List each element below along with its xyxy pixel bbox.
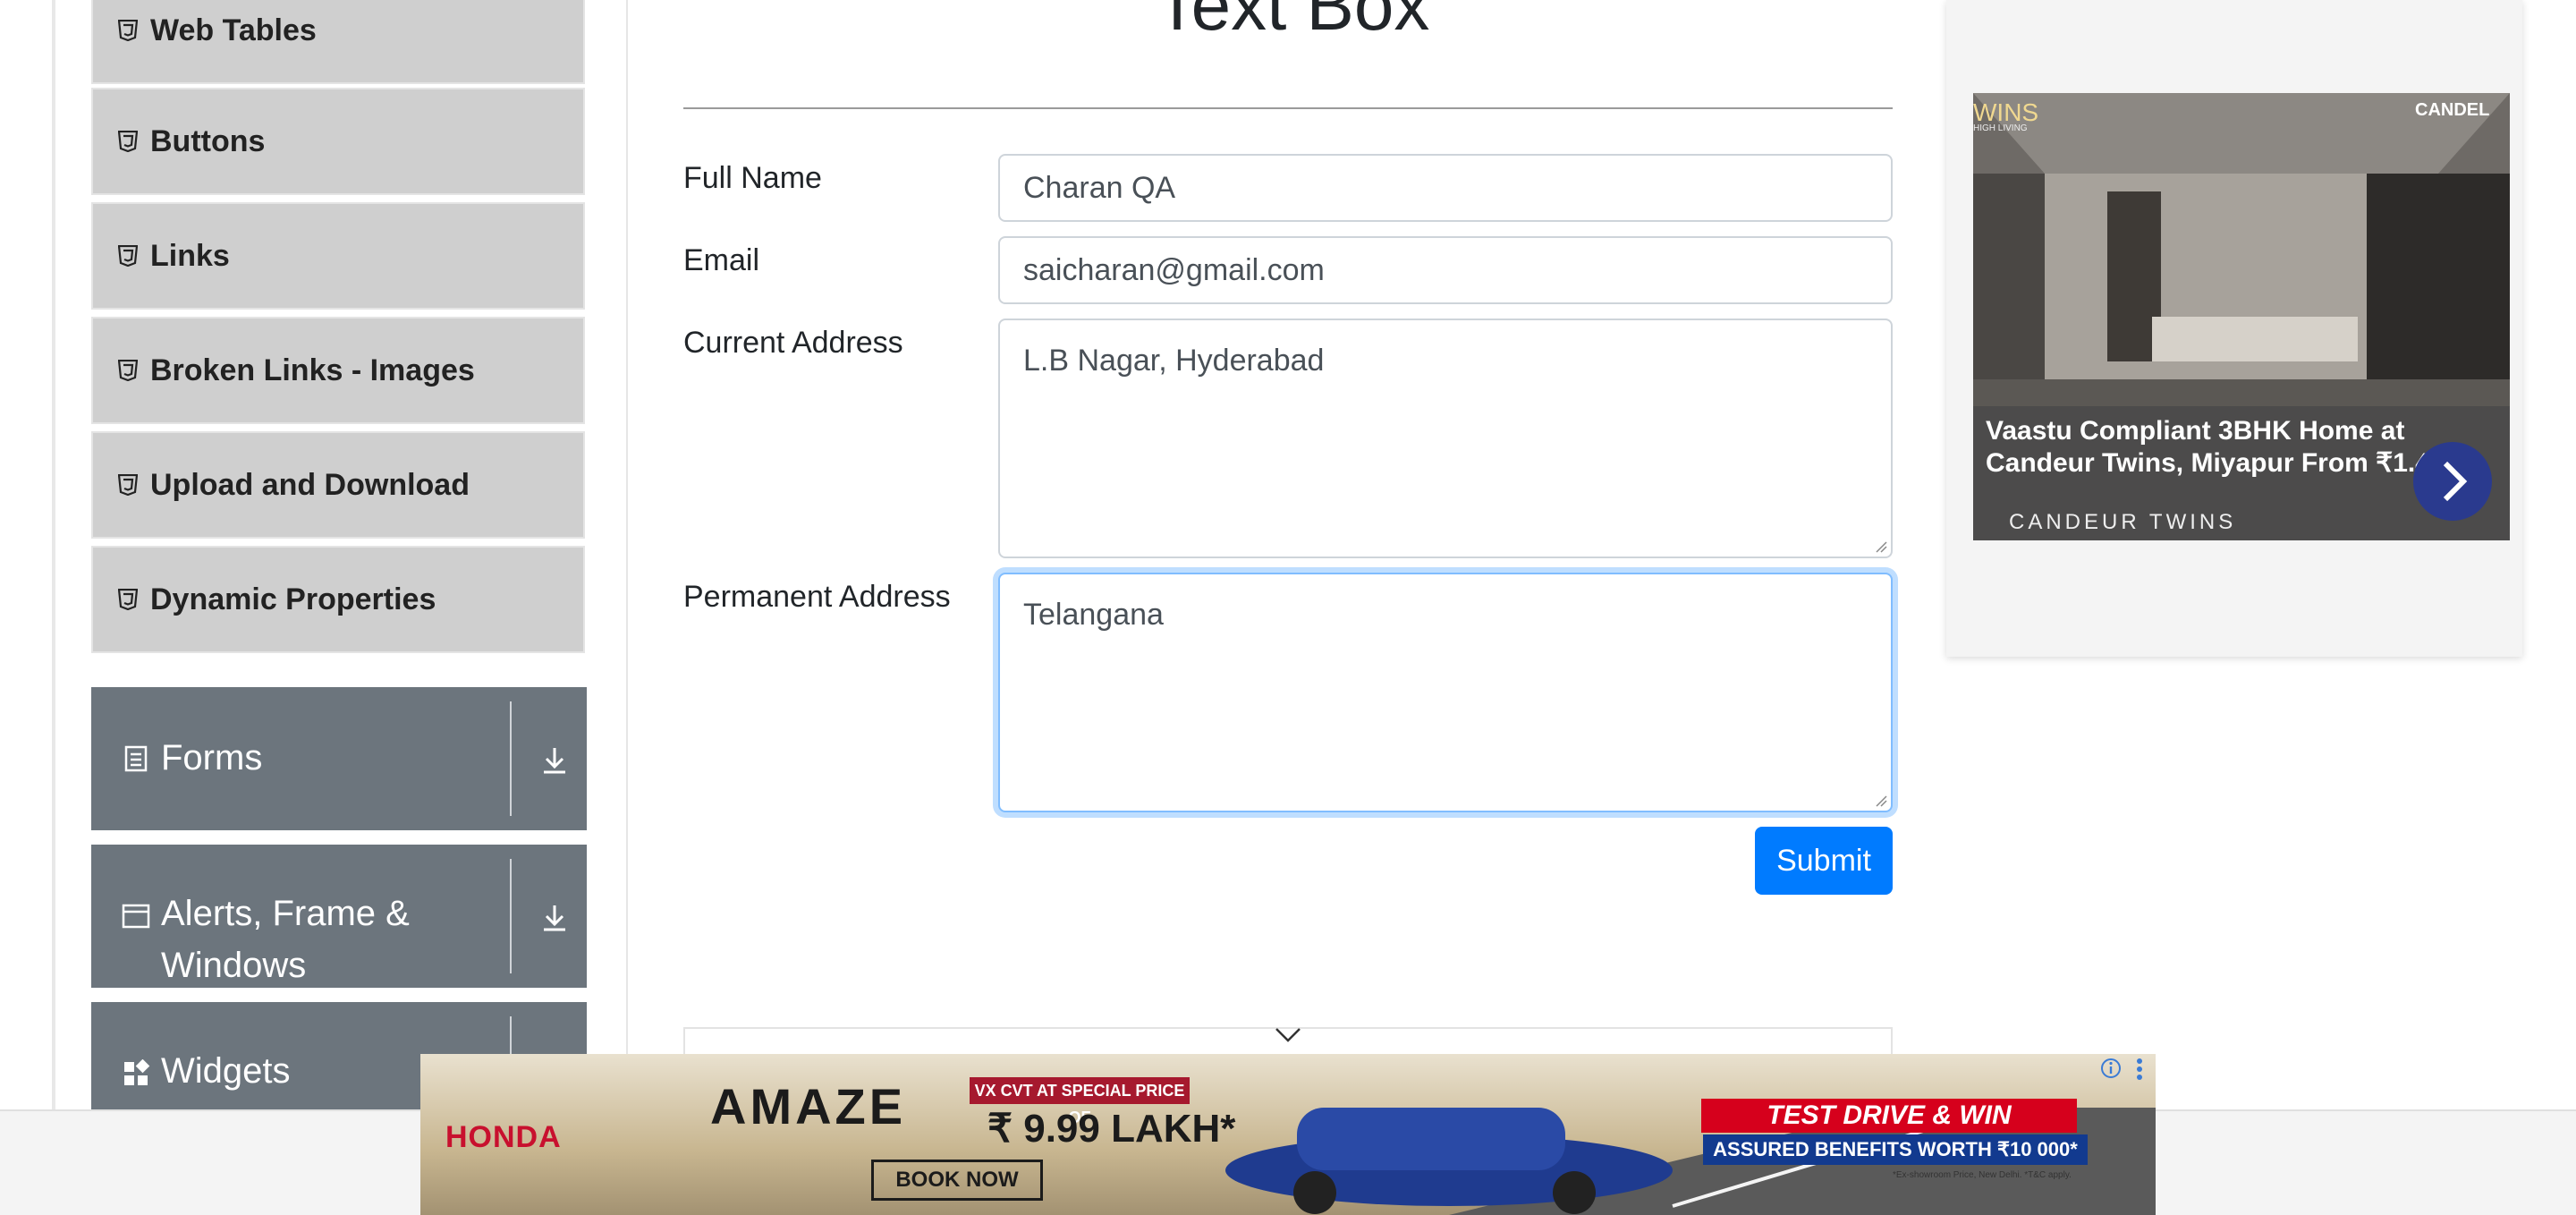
full-name-input[interactable]: Charan QA: [998, 154, 1893, 222]
permanent-address-label: Permanent Address: [683, 580, 951, 614]
resize-handle-icon[interactable]: [1875, 794, 1887, 807]
resize-handle-icon[interactable]: [1875, 540, 1887, 553]
ad-menu-icon[interactable]: [2136, 1058, 2143, 1081]
sidebar-item-label: Buttons: [150, 123, 266, 158]
full-name-label: Full Name: [683, 161, 822, 195]
current-address-textarea[interactable]: L.B Nagar, Hyderabad: [998, 319, 1893, 558]
ad-model: AMAZE: [710, 1078, 907, 1134]
download-icon[interactable]: [537, 900, 572, 936]
sidebar-item-links[interactable]: Links: [91, 202, 585, 310]
bottom-ad-banner[interactable]: HONDA AMAZE VX CVT AT SPECIAL PRICE OF ₹…: [420, 1054, 2156, 1215]
html5-icon: [118, 589, 138, 610]
side-ad-headline: Vaastu Compliant 3BHK Home at Candeur Tw…: [1986, 416, 2461, 478]
book-now-button[interactable]: BOOK NOW: [871, 1160, 1043, 1201]
sidebar-item-broken-links[interactable]: Broken Links - Images: [91, 317, 585, 424]
ad-info-icon[interactable]: [2100, 1058, 2122, 1079]
sidebar-item-label: Dynamic Properties: [150, 582, 436, 616]
submit-button[interactable]: Submit: [1755, 827, 1893, 895]
widgets-icon: [124, 1059, 150, 1085]
permanent-address-textarea[interactable]: Telangana: [998, 573, 1893, 812]
sidebar-item-web-tables[interactable]: Web Tables: [91, 0, 585, 84]
current-address-label: Current Address: [683, 326, 903, 360]
sidebar-group-forms[interactable]: Forms: [91, 687, 587, 830]
group-label: Widgets: [161, 1051, 291, 1091]
sidebar-item-dynamic-properties[interactable]: Dynamic Properties: [91, 546, 585, 653]
group-divider: [510, 859, 512, 973]
group-label: Alerts, Frame & Windows: [161, 894, 410, 985]
ad-test-drive: TEST DRIVE & WIN: [1701, 1099, 2077, 1133]
sidebar-item-label: Broken Links - Images: [150, 353, 475, 387]
page-title: Text Box: [1155, 0, 1430, 45]
honda-logo: HONDA: [445, 1120, 562, 1154]
email-input[interactable]: saicharan@gmail.com: [998, 236, 1893, 304]
html5-icon: [118, 20, 138, 41]
sidebar-separator: [626, 0, 628, 1109]
title-divider: [683, 107, 1893, 109]
sidebar-rail: [52, 0, 55, 1109]
sidebar-item-label: Upload and Download: [150, 467, 470, 502]
permanent-address-value: Telangana: [1023, 598, 1164, 632]
sidebar-item-upload-download[interactable]: Upload and Download: [91, 431, 585, 539]
html5-icon: [118, 360, 138, 381]
ad-price: ₹ 9.99 LAKH*: [987, 1107, 1236, 1151]
email-label: Email: [683, 243, 760, 277]
side-ad-next-button[interactable]: [2413, 442, 2492, 521]
sidebar-group-alerts[interactable]: Alerts, Frame & Windows: [91, 845, 587, 988]
current-address-value: L.B Nagar, Hyderabad: [1023, 344, 1325, 378]
sidebar-item-label: Web Tables: [150, 13, 317, 47]
ad-assured-benefits: ASSURED BENEFITS WORTH ₹10 000*: [1703, 1134, 2088, 1165]
download-icon[interactable]: [537, 743, 572, 778]
html5-icon: [118, 131, 138, 152]
window-icon: [122, 904, 150, 929]
side-ad-logo-left-sub: HIGH LIVING: [1973, 123, 2028, 133]
side-ad-logo-right: CANDEL: [2415, 100, 2490, 120]
ad-offer-tag: VX CVT AT SPECIAL PRICE OF: [970, 1077, 1190, 1126]
sidebar-item-label: Links: [150, 238, 230, 273]
chevron-right-icon: [2443, 461, 2468, 502]
side-ad-brand: CANDEUR TWINS: [2009, 510, 2237, 534]
sidebar-item-buttons[interactable]: Buttons: [91, 88, 585, 195]
form-icon: [124, 745, 148, 772]
group-divider: [510, 701, 512, 816]
html5-icon: [118, 474, 138, 496]
chevron-down-icon[interactable]: [1274, 1025, 1302, 1045]
html5-icon: [118, 245, 138, 267]
ad-fineprint: *Ex-showroom Price, New Delhi. *T&C appl…: [1893, 1170, 2072, 1180]
group-label: Forms: [161, 738, 263, 777]
